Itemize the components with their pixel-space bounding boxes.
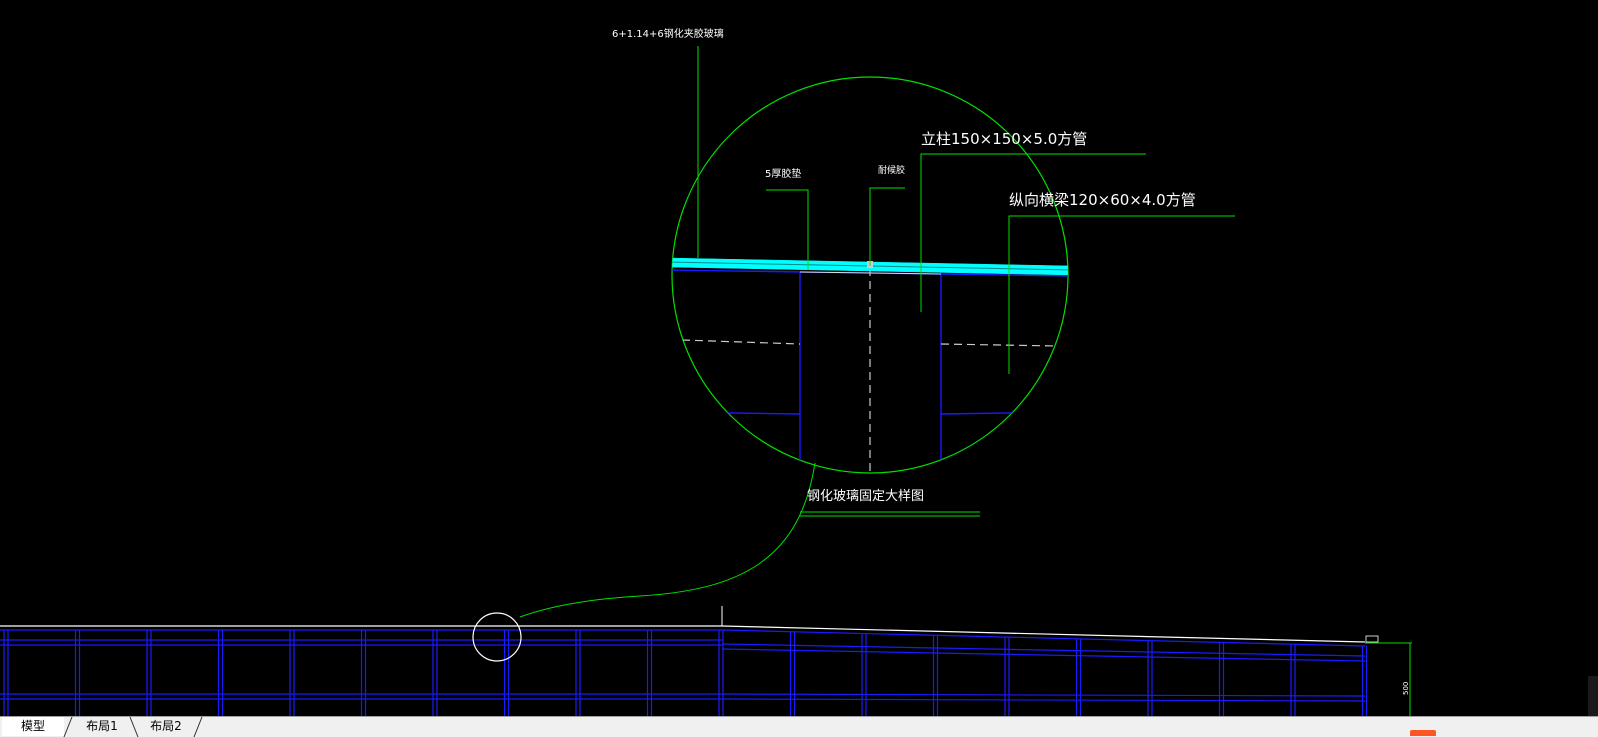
glass-callout: 6+1.14+6钢化夹胶玻璃 [612, 27, 724, 40]
drawing-viewport[interactable]: 6+1.14+6钢化夹胶玻璃 5厚胶垫 耐候胶 立柱150×150×5.0方管 … [0, 0, 1598, 716]
tab-separator [193, 717, 203, 737]
hidden-line-right [940, 343, 1059, 347]
tab-model[interactable]: 模型 [2, 717, 64, 736]
tab-layout2[interactable]: 布局2 [136, 717, 196, 736]
detail-link-curve [519, 462, 816, 618]
beam-callout: 纵向横梁120×60×4.0方管 [1009, 191, 1196, 209]
beam-bottom-left [672, 411, 801, 415]
beam-leader [1008, 215, 1235, 374]
vertical-scrollbar[interactable] [1588, 676, 1598, 716]
layout-tab-bar: 模型 布局1 布局2 [0, 716, 1598, 737]
tab-layout1[interactable]: 布局1 [72, 717, 132, 736]
beam-bottom-right [940, 411, 1068, 415]
hidden-line-left [681, 339, 801, 345]
column-callout: 立柱150×150×5.0方管 [921, 130, 1087, 148]
cad-drawing[interactable]: 6+1.14+6钢化夹胶玻璃 5厚胶垫 耐候胶 立柱150×150×5.0方管 … [0, 0, 1598, 716]
elevation-frame: 500 [0, 606, 1412, 716]
dimension-arrow-box [1365, 635, 1379, 643]
sealant-callout: 耐候胶 [878, 164, 905, 176]
leader-lines [519, 46, 1235, 618]
dimension-value: 500 [1402, 682, 1410, 695]
gasket-callout: 5厚胶垫 [765, 167, 801, 180]
detail-reference-circle [472, 612, 522, 662]
detail-title: 钢化玻璃固定大样图 [807, 489, 924, 504]
notification-badge[interactable] [1410, 730, 1436, 736]
column-leader [920, 153, 1146, 312]
gasket-leader [766, 189, 809, 270]
sealant-leader [869, 187, 905, 266]
